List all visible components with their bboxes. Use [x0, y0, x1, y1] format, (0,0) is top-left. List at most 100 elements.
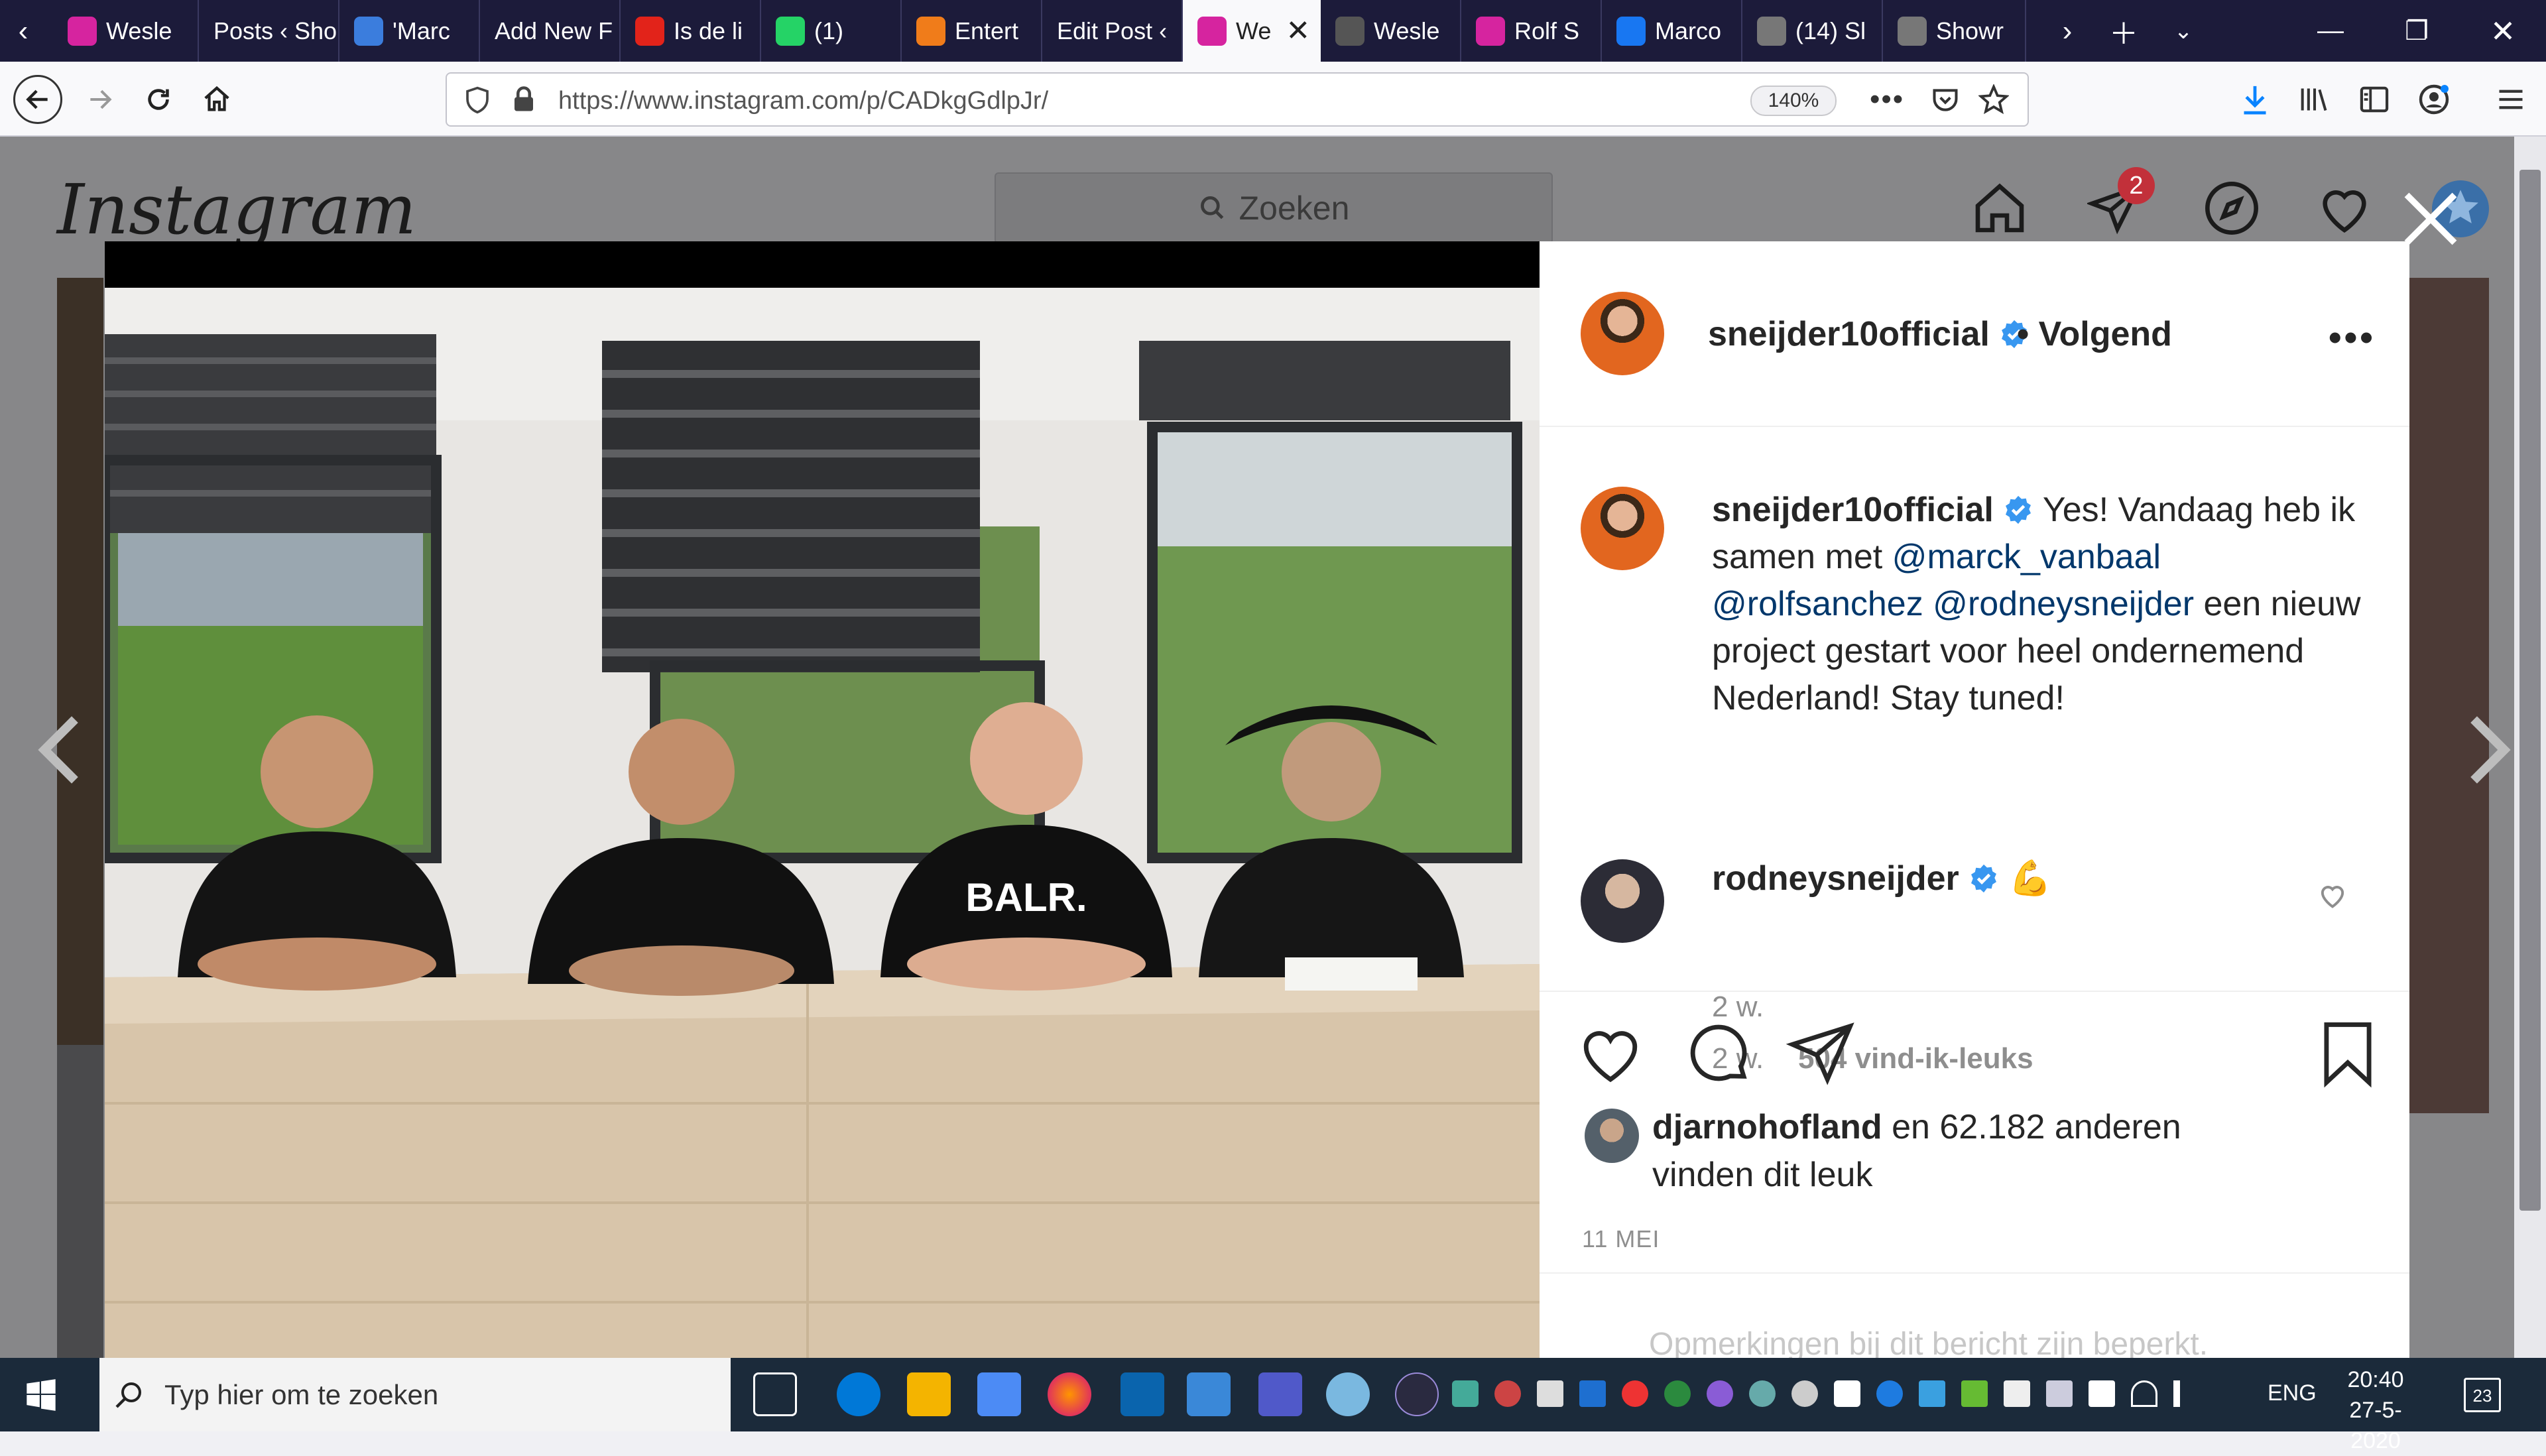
app-icon[interactable] [1187, 1372, 1231, 1416]
commenter-avatar[interactable] [1581, 859, 1664, 943]
previous-post-arrow-icon[interactable] [33, 713, 86, 786]
address-bar[interactable]: https://www.instagram.com/p/CADkgGdlpJr/… [446, 72, 2029, 127]
follow-status-label[interactable]: Volgend [2039, 315, 2172, 353]
author-avatar[interactable] [1581, 292, 1664, 375]
list-all-tabs-icon[interactable]: ⌄ [2153, 0, 2213, 62]
app-icon-2[interactable] [1395, 1372, 1439, 1416]
close-modal-icon[interactable] [2399, 187, 2462, 251]
menu-icon[interactable] [2488, 76, 2534, 123]
tab[interactable]: Edit Post ‹ [1042, 0, 1183, 62]
tab[interactable]: Wesle [1321, 0, 1461, 62]
windows-start-icon[interactable] [24, 1378, 58, 1412]
bluetooth-icon[interactable] [1876, 1380, 1903, 1407]
tab[interactable]: (1) [761, 0, 902, 62]
liked-by-username[interactable]: djarnohofland [1652, 1108, 1882, 1146]
save-bookmark-icon[interactable] [2311, 1017, 2384, 1090]
clock[interactable]: 20:40 27-5-2020 [2333, 1365, 2419, 1456]
follow-status[interactable]: • Volgend [2017, 314, 2172, 354]
download-icon[interactable] [2232, 76, 2278, 123]
liker-avatar[interactable] [1585, 1109, 1639, 1163]
url-text[interactable]: https://www.instagram.com/p/CADkgGdlpJr/ [558, 87, 1048, 115]
explore-icon[interactable] [2199, 175, 2265, 241]
caption-mention-link[interactable]: @marck_vanbaal [1892, 538, 2161, 576]
comment-icon[interactable] [1681, 1017, 1754, 1090]
scroll-tabs-right-icon[interactable]: › [2041, 0, 2094, 62]
zoom-level[interactable]: 140% [1750, 86, 1837, 116]
lock-icon[interactable] [512, 86, 536, 113]
firefox-icon[interactable] [1048, 1372, 1091, 1416]
new-tab-icon[interactable]: ＋ [2094, 0, 2153, 62]
page-actions-icon[interactable]: ••• [1870, 83, 1904, 116]
tab[interactable]: Add New F [480, 0, 621, 62]
home-icon[interactable] [194, 76, 240, 123]
more-options-icon[interactable]: ••• [2329, 316, 2376, 359]
tray-icon[interactable] [1791, 1380, 1818, 1407]
tab[interactable]: Posts ‹ Sho [199, 0, 339, 62]
like-icon[interactable] [1574, 1017, 1647, 1090]
page-scrollbar[interactable] [2514, 137, 2546, 1358]
caption-author-avatar[interactable] [1581, 487, 1664, 570]
taskbar-search-input[interactable]: Typ hier om te zoeken [99, 1358, 731, 1431]
volume-icon[interactable] [2173, 1380, 2200, 1407]
tray-icon[interactable] [1452, 1380, 1479, 1407]
tray-icon[interactable] [1579, 1380, 1606, 1407]
minimize-icon[interactable]: — [2287, 0, 2374, 62]
liked-by-count[interactable]: en 62.182 anderen [1882, 1108, 2181, 1146]
close-tab-icon[interactable]: ✕ [1286, 14, 1310, 48]
sidebar-icon[interactable] [2351, 76, 2397, 123]
tray-icon[interactable] [1707, 1380, 1733, 1407]
next-post-arrow-icon[interactable] [2462, 713, 2516, 786]
scrollbar-thumb[interactable] [2519, 170, 2541, 1211]
caption-author-username[interactable]: sneijder10official [1712, 491, 1994, 529]
reload-icon[interactable] [135, 76, 182, 123]
tab[interactable]: We ✕ [1183, 0, 1321, 62]
share-icon[interactable] [1785, 1017, 1858, 1090]
tray-icon[interactable] [1961, 1380, 1988, 1407]
tab[interactable]: Wesle [53, 0, 199, 62]
teams-icon[interactable] [1258, 1372, 1302, 1416]
instagram-home-icon[interactable] [1967, 175, 2033, 241]
tray-icon[interactable] [1749, 1380, 1776, 1407]
input-language[interactable]: ENG [2268, 1380, 2317, 1406]
post-author-username[interactable]: sneijder10official [1708, 314, 2030, 354]
instagram-logo[interactable]: Instagram [57, 169, 416, 250]
post-date[interactable]: 11 MEI [1582, 1225, 1660, 1253]
notifications-icon[interactable]: 23 [2464, 1378, 2501, 1412]
task-view-icon[interactable] [753, 1372, 797, 1416]
caption-mention-link[interactable]: @rolfsanchez [1712, 585, 1923, 623]
display-icon[interactable] [2046, 1380, 2073, 1407]
post-author-name[interactable]: sneijder10official [1708, 315, 1990, 353]
file-explorer-icon[interactable] [907, 1372, 951, 1416]
shield-tray-icon[interactable] [1834, 1380, 1860, 1407]
pocket-icon[interactable] [1931, 86, 1960, 115]
activity-heart-icon[interactable] [2311, 175, 2378, 241]
mail-icon[interactable] [1537, 1380, 1563, 1407]
edge-icon[interactable] [837, 1372, 880, 1416]
outlook-icon[interactable] [1121, 1372, 1164, 1416]
restore-icon[interactable]: ❐ [2374, 0, 2460, 62]
account-icon[interactable] [2411, 76, 2457, 123]
commenter-username[interactable]: rodneysneijder [1712, 859, 1959, 898]
tray-icon[interactable] [1664, 1380, 1691, 1407]
library-icon[interactable] [2291, 76, 2338, 123]
tab[interactable]: Marco [1602, 0, 1742, 62]
close-window-icon[interactable]: ✕ [2460, 0, 2546, 62]
store-icon[interactable] [977, 1372, 1021, 1416]
tab[interactable]: Showr [1883, 0, 2026, 62]
forward-icon[interactable] [77, 76, 123, 123]
tab[interactable]: 'Marc [339, 0, 480, 62]
tray-icon[interactable] [1919, 1380, 1945, 1407]
paint-icon[interactable] [1326, 1372, 1370, 1416]
direct-messages-icon[interactable]: 2 [2082, 167, 2155, 241]
shield-icon[interactable] [464, 86, 491, 115]
wifi-icon[interactable] [2131, 1380, 2157, 1407]
battery-icon[interactable] [2089, 1380, 2115, 1407]
post-photo[interactable]: BALR. [105, 241, 1540, 1358]
bookmark-star-icon[interactable] [1978, 84, 2009, 115]
tab[interactable]: Entert [902, 0, 1042, 62]
tab[interactable]: (14) Sl [1742, 0, 1883, 62]
tab[interactable]: Is de li [621, 0, 761, 62]
comment-like-heart-icon[interactable] [2315, 878, 2350, 912]
scroll-tabs-left-icon[interactable]: ‹ [0, 0, 46, 62]
back-icon[interactable] [13, 75, 62, 124]
